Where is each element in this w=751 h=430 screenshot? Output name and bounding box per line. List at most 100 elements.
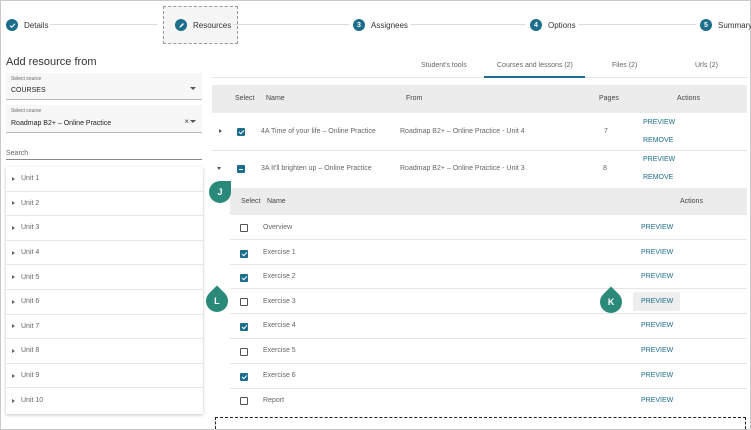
step-label: Resources — [193, 20, 232, 30]
remove-button[interactable]: REMOVE — [643, 137, 673, 144]
row-checkbox[interactable] — [240, 298, 248, 306]
list-item-unit[interactable]: Unit 3 — [6, 216, 203, 241]
tab-courses-and-lessons[interactable]: Courses and lessons (2) — [497, 62, 573, 69]
subtable-row: Exercise 3 PREVIEW — [230, 289, 747, 314]
tab-students-tools[interactable]: Student's tools — [421, 62, 467, 69]
preview-button[interactable]: PREVIEW — [641, 273, 673, 280]
source-select[interactable]: Select source COURSES — [6, 73, 202, 100]
step-label: Assignees — [371, 20, 408, 30]
row-name: Exercise 4 — [263, 322, 296, 329]
search-input-label[interactable]: Search — [6, 150, 28, 157]
panel-title: Add resource from — [6, 56, 97, 68]
unit-label: Unit 8 — [21, 347, 40, 355]
collapse-row-icon[interactable] — [217, 167, 221, 170]
row-checkbox[interactable] — [240, 373, 248, 381]
tabs-divider — [212, 77, 748, 78]
row-checkbox[interactable] — [237, 165, 245, 173]
subtable-row: Overview PREVIEW — [230, 215, 747, 240]
caret-right-icon — [12, 348, 15, 353]
source-select-value: COURSES — [11, 87, 46, 94]
course-select-label: Select course — [11, 108, 42, 114]
column-header-name: Name — [266, 95, 285, 102]
callout-marker-j: J — [209, 181, 231, 203]
unit-label: Unit 9 — [21, 372, 40, 380]
row-name: Exercise 5 — [263, 347, 296, 354]
preview-button[interactable]: PREVIEW — [641, 372, 673, 379]
callout-letter: J — [217, 187, 223, 197]
list-item-unit[interactable]: Unit 2 — [6, 192, 203, 217]
preview-button[interactable]: PREVIEW — [641, 249, 673, 256]
step-options[interactable]: 4 Options — [530, 18, 576, 32]
clear-icon[interactable]: × — [184, 117, 189, 126]
wizard-stepper: Details Resources 3 Assignees 4 Options … — [0, 0, 751, 50]
step-details[interactable]: Details — [6, 18, 48, 32]
list-item-unit[interactable]: Unit 1 — [6, 167, 203, 192]
column-header-select: Select — [235, 95, 255, 102]
subtable-row: Exercise 2 PREVIEW — [230, 265, 747, 289]
search-input[interactable] — [6, 159, 202, 160]
stepper-line — [233, 24, 349, 25]
row-checkbox[interactable] — [237, 128, 245, 136]
step-assignees[interactable]: 3 Assignees — [353, 18, 408, 32]
row-checkbox[interactable] — [240, 224, 248, 232]
preview-button[interactable]: PREVIEW — [641, 298, 673, 305]
caret-right-icon — [12, 225, 15, 230]
stepper-line — [578, 24, 696, 25]
preview-button[interactable]: PREVIEW — [641, 224, 673, 231]
list-item-unit[interactable]: Unit 6 — [6, 290, 203, 315]
list-item-unit[interactable]: Unit 4 — [6, 241, 203, 266]
row-checkbox[interactable] — [240, 348, 248, 356]
caret-right-icon — [12, 299, 15, 304]
unit-label: Unit 7 — [21, 322, 40, 330]
row-name: Exercise 2 — [263, 273, 296, 280]
active-tab-indicator — [484, 76, 585, 78]
row-name: Exercise 6 — [263, 372, 296, 379]
list-item-unit[interactable]: Unit 5 — [6, 265, 203, 290]
tab-urls[interactable]: Urls (2) — [695, 62, 718, 69]
column-header-from: From — [406, 95, 423, 102]
table-header: Select Name From Pages Actions — [212, 85, 747, 113]
row-checkbox[interactable] — [240, 323, 248, 331]
subtable-row: Report PREVIEW — [230, 389, 747, 413]
unit-label: Unit 5 — [21, 273, 40, 281]
table-row: 3A It'll brighten up – Online Practice R… — [212, 151, 747, 188]
preview-button[interactable]: PREVIEW — [641, 397, 673, 404]
preview-button[interactable]: PREVIEW — [643, 156, 675, 163]
chevron-down-icon — [190, 87, 196, 90]
list-item-unit[interactable]: Unit 7 — [6, 315, 203, 340]
expand-row-icon[interactable] — [219, 129, 222, 133]
list-item-unit[interactable]: Unit 10 — [6, 388, 203, 413]
preview-button[interactable]: PREVIEW — [641, 347, 673, 354]
column-header-actions: Actions — [680, 198, 703, 205]
row-pages: 8 — [603, 165, 607, 172]
unit-label: Unit 4 — [21, 249, 40, 257]
stepper-line — [50, 24, 158, 25]
list-item-unit[interactable]: Unit 9 — [6, 364, 203, 389]
preview-button[interactable]: PREVIEW — [643, 119, 675, 126]
tab-files[interactable]: Files (2) — [612, 62, 637, 69]
unit-label: Unit 10 — [21, 397, 44, 405]
pencil-icon — [175, 19, 187, 31]
caret-right-icon — [12, 373, 15, 378]
caret-right-icon — [12, 275, 15, 280]
caret-right-icon — [12, 201, 15, 206]
chevron-down-icon[interactable] — [190, 120, 196, 123]
selection-outline — [215, 417, 746, 429]
row-checkbox[interactable] — [240, 397, 248, 405]
remove-button[interactable]: REMOVE — [643, 174, 673, 181]
step-summary[interactable]: 5 Summary — [700, 18, 751, 32]
course-select[interactable]: Select course Roadmap B2+ – Online Pract… — [6, 105, 202, 133]
list-item-unit[interactable]: Unit 8 — [6, 339, 203, 364]
subtable-row: Exercise 6 PREVIEW — [230, 364, 747, 389]
step-label: Details — [24, 20, 49, 30]
preview-button[interactable]: PREVIEW — [641, 322, 673, 329]
row-name: Report — [263, 397, 285, 404]
unit-list: Unit 1 Unit 2 Unit 3 Unit 4 Unit 5 Unit … — [6, 167, 203, 414]
step-resources[interactable]: Resources — [175, 18, 231, 32]
subtable-header: Select Name Actions — [230, 188, 747, 215]
row-name: 3A It'll brighten up – Online Practice — [261, 165, 372, 172]
row-checkbox[interactable] — [240, 274, 248, 282]
row-checkbox[interactable] — [240, 250, 248, 258]
caret-right-icon — [12, 324, 15, 329]
callout-letter: K — [607, 297, 615, 307]
